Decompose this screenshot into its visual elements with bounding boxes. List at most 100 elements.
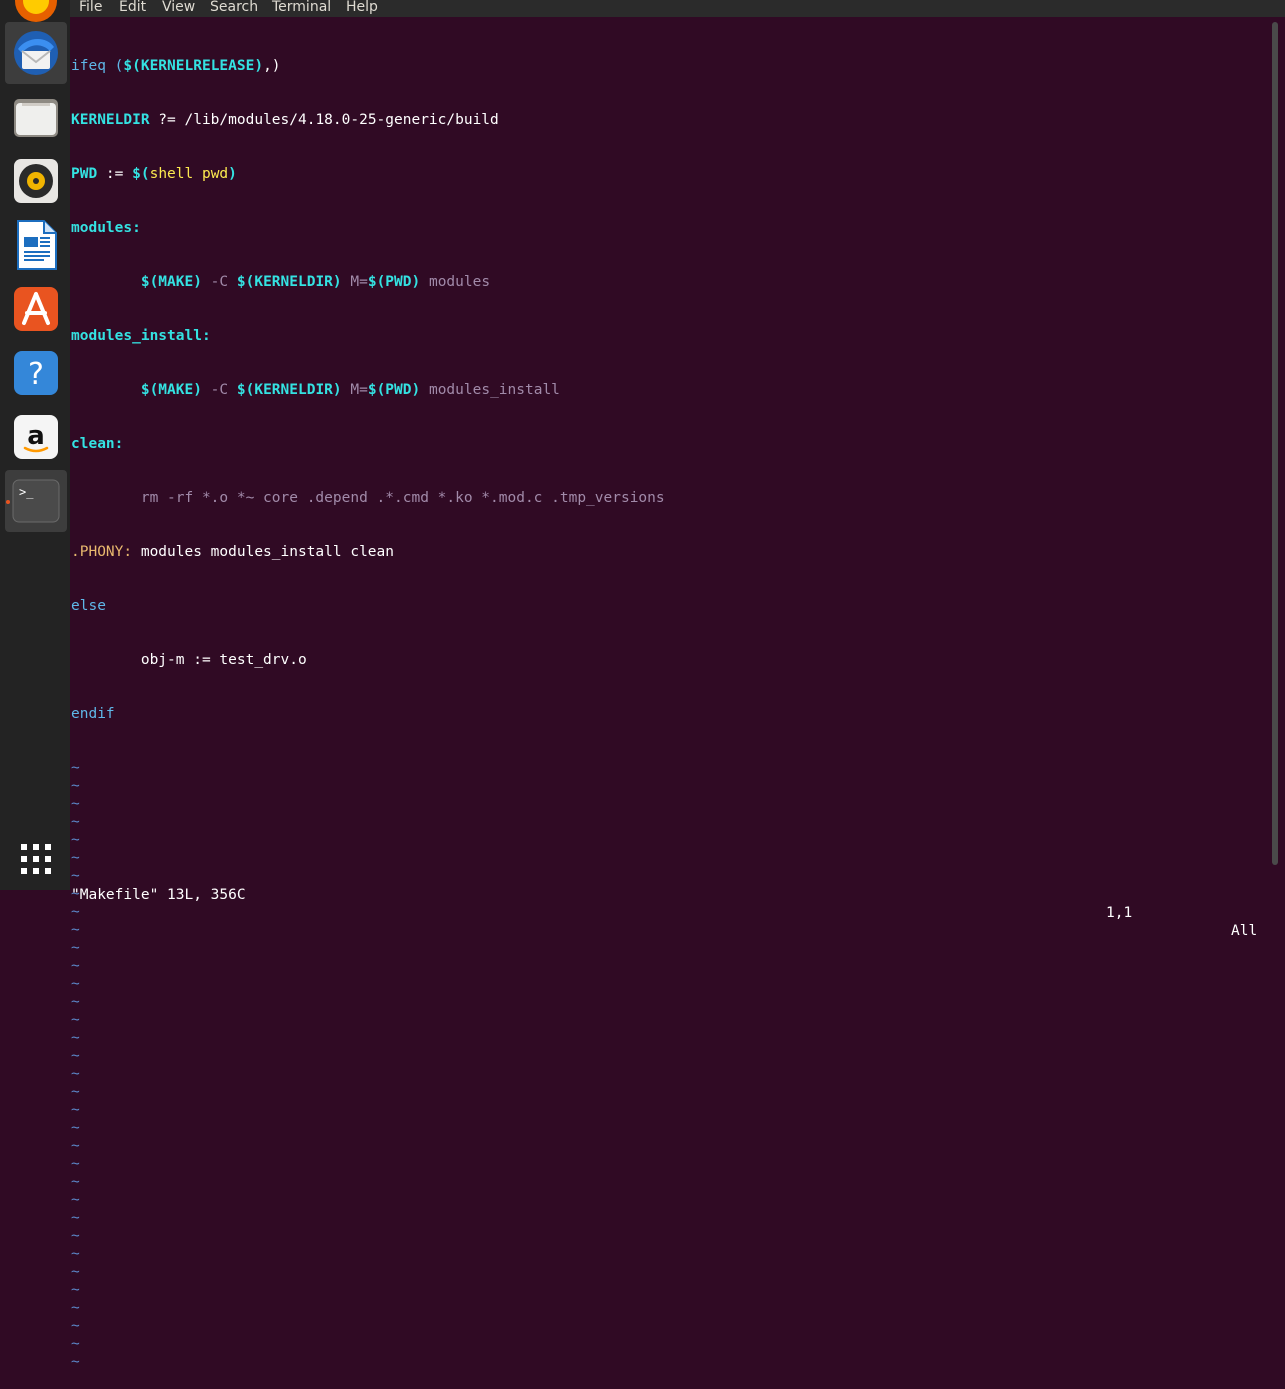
terminal-icon: >_ (12, 479, 60, 523)
firefox-icon (15, 0, 57, 22)
code-token: $(KERNELDIR) (236, 274, 342, 290)
code-token: modules_install (420, 382, 560, 398)
code-token: $(PWD) (367, 382, 421, 398)
scrollbar[interactable] (1272, 22, 1278, 865)
empty-line-tilde: ~ (71, 814, 80, 830)
code-token: := (97, 166, 133, 182)
empty-line-tilde: ~ (71, 778, 80, 794)
code-line: rm -rf *.o *~ core .depend .*.cmd *.ko *… (71, 489, 665, 507)
empty-line-tilde: ~ (71, 904, 80, 920)
amazon-icon: a (14, 415, 58, 459)
empty-line-tilde: ~ (71, 1336, 80, 1352)
amazon-glyph: a (27, 421, 45, 451)
empty-line-tilde: ~ (71, 1282, 80, 1298)
code-token: $(PWD) (367, 274, 421, 290)
code-token: else (71, 598, 106, 614)
files-icon (14, 99, 58, 137)
empty-line-tilde: ~ (71, 1066, 80, 1082)
code-token: modules modules_install clean (132, 544, 395, 560)
code-token: ,) (263, 58, 281, 74)
vim-editor[interactable]: ifeq ($(KERNELRELEASE),) KERNELDIR ?= /l… (71, 21, 665, 1389)
vim-status-line: "Makefile" 13L, 356C 1,1 All (71, 868, 1271, 939)
dock: ? a >_ (0, 0, 70, 890)
show-applications-button[interactable] (5, 828, 67, 890)
libreoffice-writer-icon (17, 220, 57, 270)
dock-item-files[interactable] (5, 86, 67, 148)
dock-item-thunderbird[interactable] (5, 22, 67, 84)
empty-line-tilde: ~ (71, 940, 80, 956)
empty-line-tilde: ~ (71, 760, 80, 776)
menu-help[interactable]: Help (346, 0, 378, 16)
scroll-indicator: All (1231, 923, 1258, 939)
code-line: KERNELDIR ?= /lib/modules/4.18.0-25-gene… (71, 111, 665, 129)
dock-item-help[interactable]: ? (5, 342, 67, 404)
empty-line-tilde: ~ (71, 850, 80, 866)
code-token: $(KERNELRELEASE) (123, 58, 264, 74)
code-line: $(MAKE) -C $(KERNELDIR) M=$(PWD) modules… (71, 381, 665, 399)
code-token: modules (420, 274, 491, 290)
code-token: KERNELDIR (71, 112, 150, 128)
code-line: $(MAKE) -C $(KERNELDIR) M=$(PWD) modules (71, 273, 665, 291)
empty-line-tilde: ~ (71, 976, 80, 992)
code-token: obj-m := test_drv.o (71, 652, 307, 668)
running-indicator (6, 500, 10, 504)
empty-line-tilde: ~ (71, 832, 80, 848)
code-line: obj-m := test_drv.o (71, 651, 665, 669)
code-token: $(MAKE) (140, 274, 202, 290)
dock-item-terminal[interactable]: >_ (5, 470, 67, 532)
rhythmbox-icon (14, 159, 58, 203)
ubuntu-software-icon (14, 287, 58, 331)
empty-line-tilde: ~ (71, 1156, 80, 1172)
empty-line-tilde: ~ (71, 994, 80, 1010)
empty-line-tilde: ~ (71, 1048, 80, 1064)
empty-line-tilde: ~ (71, 1300, 80, 1316)
empty-line-tilde: ~ (71, 1318, 80, 1334)
help-icon: ? (14, 351, 58, 395)
empty-line-tilde: ~ (71, 1210, 80, 1226)
empty-line-tilde: ~ (71, 1102, 80, 1118)
code-line: endif (71, 705, 665, 723)
code-token: $( (132, 166, 150, 182)
empty-buffer-lines: ~ ~ ~ ~ ~ ~ ~ ~ ~ ~ ~ ~ ~ ~ ~ ~ ~ ~ ~ ~ ~ ~ ~ ~ ~ ~ ~ ~ ~ ~ ~ ~ ~ ~ (71, 759, 665, 1371)
code-token: PWD (71, 166, 98, 182)
empty-line-tilde: ~ (71, 958, 80, 974)
empty-line-tilde: ~ (71, 1084, 80, 1100)
terminal-menubar: File Edit View Search Terminal Help (70, 0, 1285, 17)
dock-item-rhythmbox[interactable] (5, 150, 67, 212)
empty-line-tilde: ~ (71, 1012, 80, 1028)
empty-line-tilde: ~ (71, 1264, 80, 1280)
empty-line-tilde: ~ (71, 1174, 80, 1190)
code-token: modules: (71, 220, 141, 236)
dock-item-ubuntu-software[interactable] (5, 278, 67, 340)
dock-item-writer[interactable] (5, 214, 67, 276)
help-glyph: ? (28, 357, 44, 392)
code-token: ) (228, 166, 237, 182)
empty-line-tilde: ~ (71, 1030, 80, 1046)
empty-line-tilde: ~ (71, 1138, 80, 1154)
menu-search[interactable]: Search (210, 0, 258, 16)
menu-file[interactable]: File (79, 0, 102, 16)
empty-line-tilde: ~ (71, 1246, 80, 1262)
menu-view[interactable]: View (162, 0, 195, 16)
dock-item-amazon[interactable]: a (5, 406, 67, 468)
code-line: clean: (71, 435, 665, 453)
code-token: $(MAKE) (140, 382, 202, 398)
code-line: modules: (71, 219, 665, 237)
code-line: else (71, 597, 665, 615)
empty-line-tilde: ~ (71, 1120, 80, 1136)
app-grid-icon (21, 844, 51, 874)
code-token: -C (201, 274, 237, 290)
code-token: shell pwd (149, 166, 229, 182)
code-token: M= (341, 382, 368, 398)
code-token: -C (201, 382, 237, 398)
empty-line-tilde: ~ (71, 1354, 80, 1370)
code-token: rm -rf *.o *~ core .depend .*.cmd *.ko *… (71, 490, 665, 506)
menu-edit[interactable]: Edit (119, 0, 146, 16)
empty-line-tilde: ~ (71, 1228, 80, 1244)
file-info-message: "Makefile" 13L, 356C (71, 887, 246, 903)
code-token: ?= /lib/modules/4.18.0-25-generic/build (149, 112, 499, 128)
menu-terminal[interactable]: Terminal (272, 0, 331, 16)
code-line: .PHONY: modules modules_install clean (71, 543, 665, 561)
code-token: M= (341, 274, 368, 290)
empty-line-tilde: ~ (71, 922, 80, 938)
